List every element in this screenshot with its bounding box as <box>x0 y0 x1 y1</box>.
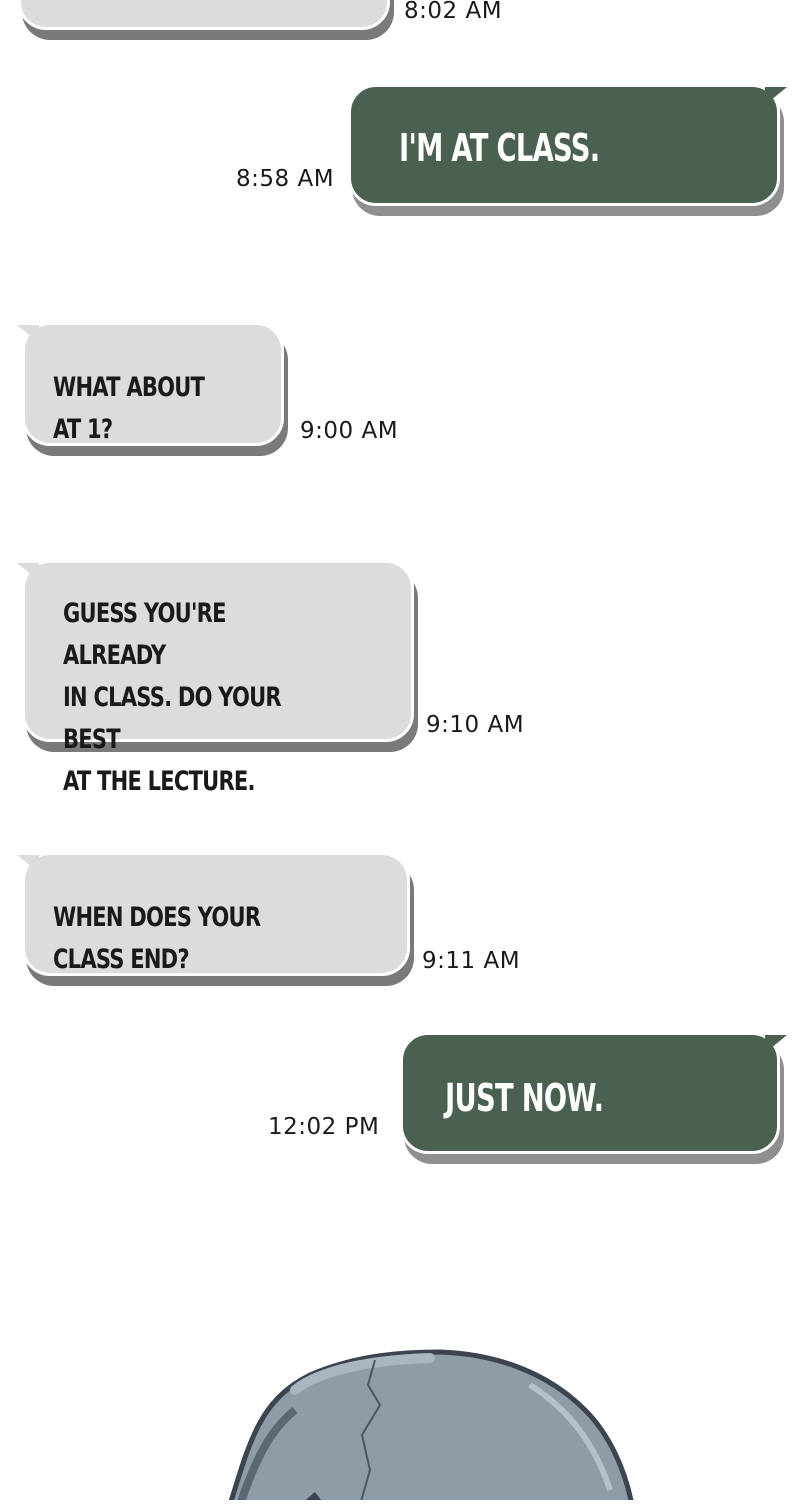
message-text: WHAT ABOUT AT 1? <box>53 372 205 445</box>
rock-illustration <box>200 1330 660 1504</box>
bubble-tail <box>765 1035 787 1053</box>
message-timestamp: 8:02 AM <box>404 0 503 24</box>
bubble-tail <box>765 87 787 105</box>
message-bubble-outgoing[interactable]: I'M AT CLASS. <box>348 84 787 206</box>
bubble-tail <box>17 563 39 581</box>
message-text: GUESS YOU'RE ALREADY IN CLASS. DO YOUR B… <box>63 598 282 797</box>
message-text: JUST NOW. <box>445 1076 604 1120</box>
message-bubble-incoming <box>18 0 390 30</box>
message-timestamp: 8:58 AM <box>236 166 335 192</box>
message-bubble-incoming[interactable]: WHAT ABOUT AT 1? <box>17 322 284 446</box>
message-timestamp: 12:02 PM <box>268 1114 380 1140</box>
bubble-tail <box>17 325 39 343</box>
message-timestamp: 9:00 AM <box>300 418 399 444</box>
message-bubble-incoming[interactable]: GUESS YOU'RE ALREADY IN CLASS. DO YOUR B… <box>17 560 414 797</box>
message-text: WHEN DOES YOUR CLASS END? <box>53 902 261 975</box>
rock-icon <box>227 1349 635 1504</box>
message-timestamp: 9:10 AM <box>426 712 525 738</box>
message-text: I'M AT CLASS. <box>399 126 600 170</box>
message-timestamp: 9:11 AM <box>422 948 521 974</box>
message-bubble-incoming[interactable]: WHEN DOES YOUR CLASS END? <box>17 852 410 976</box>
bubble-tail <box>17 855 39 873</box>
message-bubble-outgoing[interactable]: JUST NOW. <box>400 1032 787 1154</box>
